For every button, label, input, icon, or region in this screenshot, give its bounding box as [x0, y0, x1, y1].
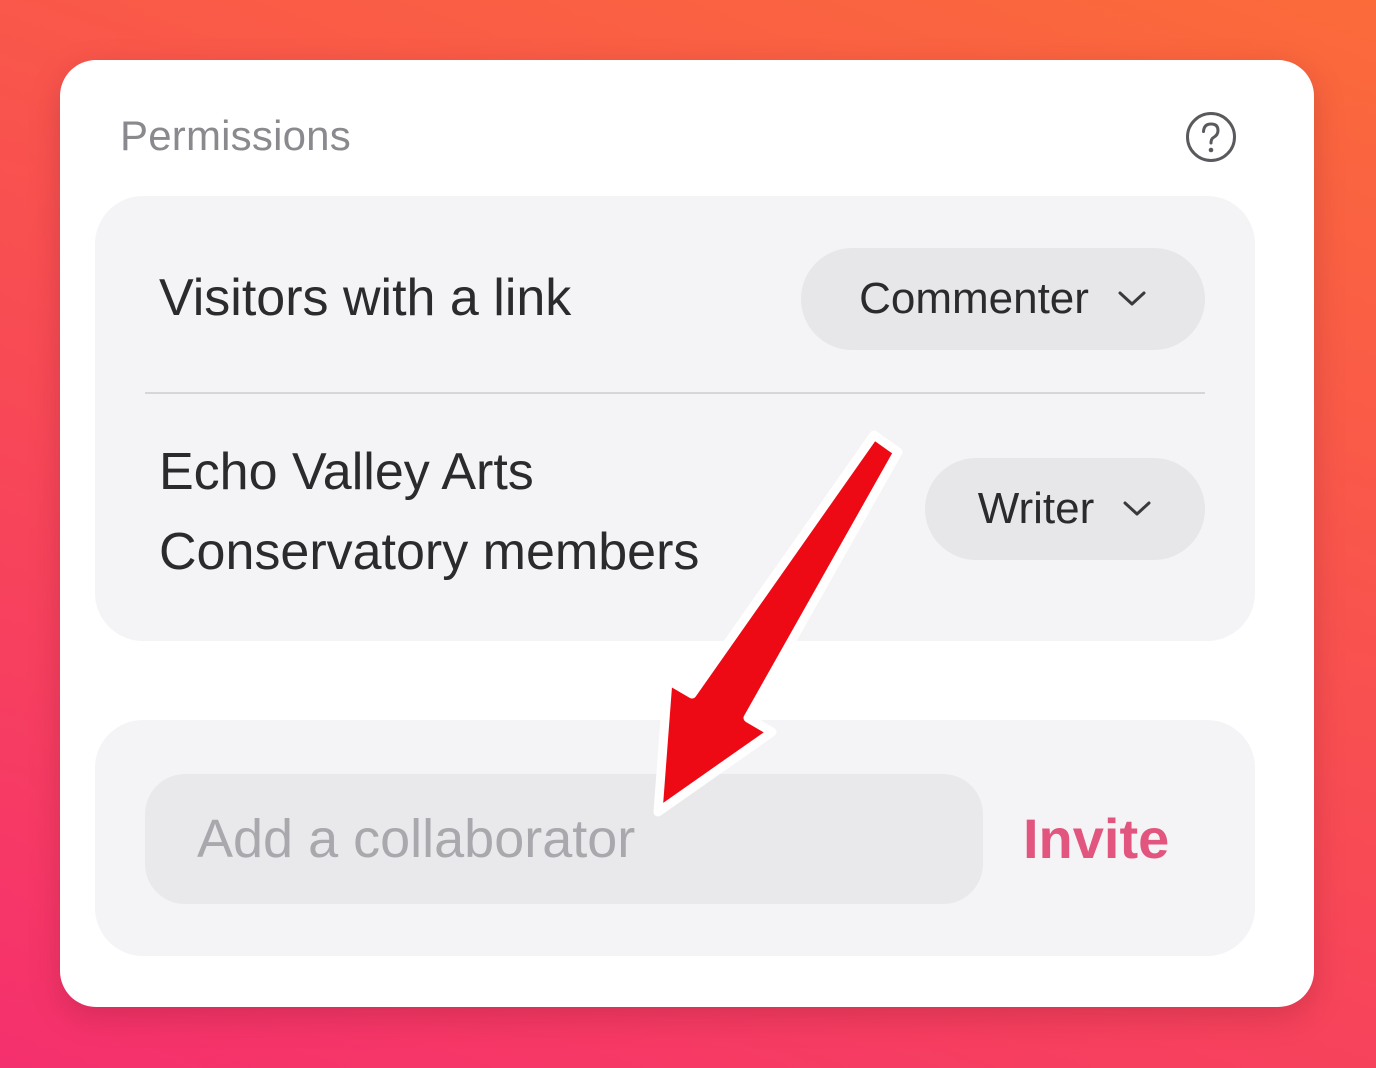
collaborator-input[interactable]: [145, 774, 983, 904]
invite-button[interactable]: Invite: [1023, 806, 1169, 872]
chevron-down-icon: [1118, 291, 1146, 306]
role-select-visitors[interactable]: Commenter: [801, 248, 1205, 350]
role-select-value: Commenter: [859, 274, 1089, 323]
role-select-members[interactable]: Writer: [925, 458, 1205, 560]
invite-panel: Invite: [95, 720, 1255, 956]
chevron-down-icon: [1123, 501, 1151, 516]
permissions-title: Permissions: [120, 112, 351, 159]
role-select-value: Writer: [977, 484, 1095, 533]
permissions-panel: Visitors with a link Commenter Echo Vall…: [95, 196, 1255, 641]
permission-row-label: Echo Valley Arts Conservatory members: [159, 443, 700, 581]
permission-row-label: Visitors with a link: [159, 269, 572, 327]
permissions-card: Permissions Visitors with a link Comment…: [60, 60, 1314, 1007]
question-circle-icon[interactable]: [1184, 110, 1238, 164]
divider: [145, 392, 1205, 394]
